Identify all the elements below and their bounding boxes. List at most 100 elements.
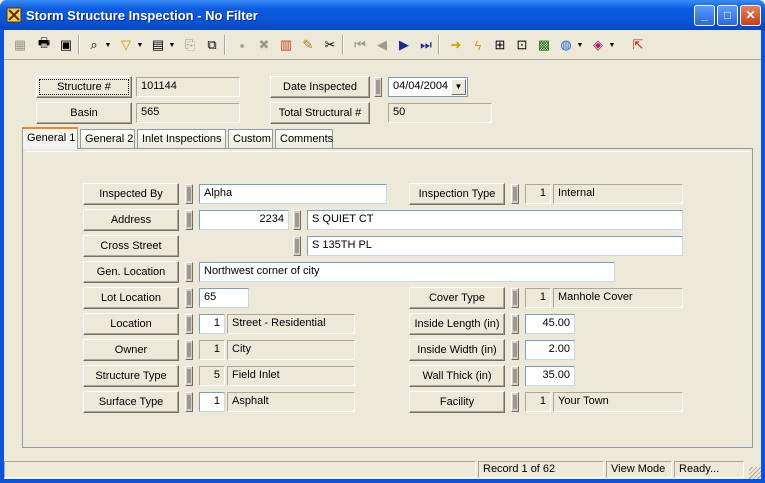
inspection-type-button[interactable]: Inspection Type bbox=[409, 183, 505, 205]
lot-location-button[interactable]: Lot Location bbox=[83, 287, 179, 309]
lock-icon bbox=[185, 314, 193, 334]
app-icon bbox=[6, 7, 22, 23]
cross-street-button[interactable]: Cross Street bbox=[83, 235, 179, 257]
owner-code: 1 bbox=[199, 340, 225, 360]
prev-record-icon[interactable]: ◀ bbox=[372, 35, 392, 55]
minimize-button[interactable]: _ bbox=[694, 5, 715, 26]
close-button[interactable]: ✕ bbox=[740, 5, 761, 26]
structure-type-code: 5 bbox=[199, 366, 225, 386]
inspection-type-description: Internal bbox=[553, 184, 683, 204]
filter-icon[interactable]: ▽ bbox=[116, 35, 136, 55]
chevron-down-icon[interactable]: ▼ bbox=[451, 79, 466, 95]
location-description: Street - Residential bbox=[227, 314, 355, 334]
wall-thick-button[interactable]: Wall Thick (in) bbox=[409, 365, 505, 387]
surface-type-code-field[interactable]: 1 bbox=[199, 392, 225, 412]
maximize-button[interactable]: □ bbox=[717, 5, 738, 26]
app-window: Storm Structure Inspection - No Filter _… bbox=[0, 0, 765, 483]
binoculars-icon[interactable]: ⌕ bbox=[84, 35, 104, 55]
delete-icon[interactable]: ✖ bbox=[254, 35, 274, 55]
location-button[interactable]: Location bbox=[83, 313, 179, 335]
owner-button[interactable]: Owner bbox=[83, 339, 179, 361]
lock-icon bbox=[293, 210, 301, 230]
structure-number-button[interactable]: Structure # bbox=[36, 76, 132, 98]
print-preview-icon[interactable]: ▣ bbox=[56, 35, 76, 55]
inspected-by-button[interactable]: Inspected By bbox=[83, 183, 179, 205]
date-inspected-button[interactable]: Date Inspected bbox=[270, 76, 370, 98]
date-lock-icon bbox=[374, 77, 382, 97]
inside-length-button[interactable]: Inside Length (in) bbox=[409, 313, 505, 335]
tab-custom[interactable]: Custom bbox=[228, 129, 273, 149]
date-inspected-select[interactable]: 04/04/2004 ▼ bbox=[388, 77, 468, 97]
filter-dropdown-icon[interactable]: ▼ bbox=[136, 35, 144, 55]
find-dropdown-icon[interactable]: ▼ bbox=[104, 35, 112, 55]
print-icon[interactable]: 🖶 bbox=[34, 35, 54, 55]
cover-type-code: 1 bbox=[525, 288, 551, 308]
surface-type-description: Asphalt bbox=[227, 392, 355, 412]
resize-grip-icon[interactable] bbox=[749, 467, 761, 479]
gen-location-field[interactable]: Northwest corner of city bbox=[199, 262, 615, 282]
gen-location-button[interactable]: Gen. Location bbox=[83, 261, 179, 283]
lot-location-field[interactable]: 65 bbox=[199, 288, 249, 308]
lock-icon bbox=[511, 340, 519, 360]
facility-description: Your Town bbox=[553, 392, 683, 412]
lock-icon bbox=[185, 184, 193, 204]
network-icon[interactable]: ⊡ bbox=[512, 35, 532, 55]
library-dropdown-icon[interactable]: ▼ bbox=[608, 35, 616, 55]
facility-code: 1 bbox=[525, 392, 551, 412]
location-code-field[interactable]: 1 bbox=[199, 314, 225, 334]
address-button[interactable]: Address bbox=[83, 209, 179, 231]
surface-type-button[interactable]: Surface Type bbox=[83, 391, 179, 413]
lock-icon bbox=[511, 392, 519, 412]
tab-inlet-inspections[interactable]: Inlet Inspections bbox=[137, 129, 226, 149]
tab-general-2[interactable]: General 2 bbox=[80, 129, 135, 149]
structure-type-button[interactable]: Structure Type bbox=[83, 365, 179, 387]
address-number-field[interactable]: 2234 bbox=[199, 210, 289, 230]
exit-icon[interactable]: ⇱ bbox=[628, 35, 648, 55]
report-dropdown-icon[interactable]: ▼ bbox=[168, 35, 176, 55]
client-area: ▦ 🖶 ▣ ⌕ ▼ ▽ ▼ ▤ ▼ ⎘ ⧉ ▪ ✖ ▥ ✎ ✂ ⏮ ◀ ▶ ⏭ … bbox=[4, 30, 761, 479]
wall-thick-field[interactable]: 35.00 bbox=[525, 366, 575, 386]
next-record-icon[interactable]: ▶ bbox=[394, 35, 414, 55]
inside-width-button[interactable]: Inside Width (in) bbox=[409, 339, 505, 361]
globe-dropdown-icon[interactable]: ▼ bbox=[576, 35, 584, 55]
grid-icon[interactable]: ▦ bbox=[10, 35, 30, 55]
edit-pencil-icon[interactable]: ✎ bbox=[298, 35, 318, 55]
ready-indicator: Ready... bbox=[674, 461, 744, 478]
report-icon[interactable]: ▤ bbox=[148, 35, 168, 55]
cut-icon[interactable]: ✂ bbox=[320, 35, 340, 55]
basin-button[interactable]: Basin bbox=[36, 102, 132, 124]
last-record-icon[interactable]: ⏭ bbox=[416, 35, 436, 55]
map-icon[interactable]: ▩ bbox=[534, 35, 554, 55]
cover-type-description: Manhole Cover bbox=[553, 288, 683, 308]
books-icon[interactable]: ▥ bbox=[276, 35, 296, 55]
first-record-icon[interactable]: ⏮ bbox=[350, 35, 370, 55]
save-icon[interactable]: ▪ bbox=[232, 35, 252, 55]
cross-street-field[interactable]: S 135TH PL bbox=[307, 236, 683, 256]
inside-length-field[interactable]: 45.00 bbox=[525, 314, 575, 334]
tab-comments[interactable]: Comments bbox=[275, 129, 333, 149]
toolbar: ▦ 🖶 ▣ ⌕ ▼ ▽ ▼ ▤ ▼ ⎘ ⧉ ▪ ✖ ▥ ✎ ✂ ⏮ ◀ ▶ ⏭ … bbox=[4, 30, 761, 60]
tab-general-1[interactable]: General 1 bbox=[22, 127, 78, 149]
structure-type-description: Field Inlet bbox=[227, 366, 355, 386]
copy-form-icon[interactable]: ⎘ bbox=[180, 35, 200, 55]
inspection-type-code: 1 bbox=[525, 184, 551, 204]
lock-icon bbox=[293, 236, 301, 256]
inspected-by-field[interactable]: Alpha bbox=[199, 184, 387, 204]
globe-icon[interactable]: ◍ bbox=[556, 35, 576, 55]
inspect-icon[interactable]: ⊞ bbox=[490, 35, 510, 55]
duplicate-icon[interactable]: ⧉ bbox=[202, 35, 222, 55]
lightning-icon[interactable]: ϟ bbox=[468, 35, 488, 55]
facility-button[interactable]: Facility bbox=[409, 391, 505, 413]
library-icon[interactable]: ◈ bbox=[588, 35, 608, 55]
lock-icon bbox=[185, 392, 193, 412]
total-structural-button[interactable]: Total Structural # bbox=[270, 102, 370, 124]
record-counter: Record 1 of 62 bbox=[478, 461, 604, 478]
inside-width-field[interactable]: 2.00 bbox=[525, 340, 575, 360]
address-street-field[interactable]: S QUIET CT bbox=[307, 210, 683, 230]
cover-type-button[interactable]: Cover Type bbox=[409, 287, 505, 309]
lock-icon bbox=[511, 184, 519, 204]
lock-icon bbox=[511, 314, 519, 334]
date-inspected-value: 04/04/2004 bbox=[393, 80, 449, 92]
goto-arrow-icon[interactable]: ➜ bbox=[446, 35, 466, 55]
window-title: Storm Structure Inspection - No Filter bbox=[26, 8, 258, 23]
